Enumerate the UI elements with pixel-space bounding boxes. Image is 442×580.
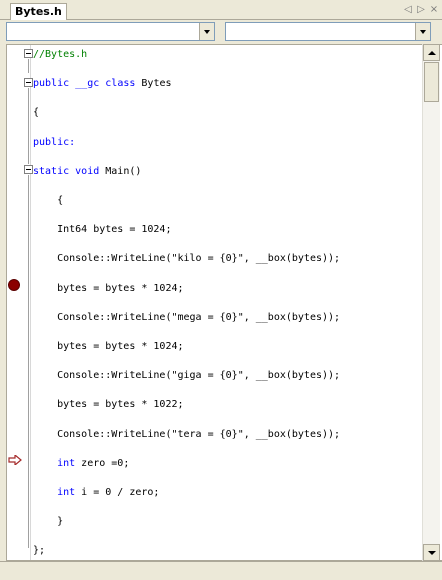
code-line[interactable]: } bbox=[33, 515, 63, 529]
code-text-area[interactable]: //Bytes.h public __gc class Bytes { public:… bbox=[31, 45, 423, 560]
vertical-scrollbar[interactable] bbox=[422, 44, 440, 561]
code-line[interactable]: }; bbox=[33, 544, 45, 558]
code-line[interactable]: int i = 0 / zero; bbox=[33, 486, 159, 500]
code-line[interactable]: bytes = bytes * 1024; bbox=[33, 340, 183, 354]
code-line[interactable]: Console::WriteLine("mega = {0}", __box(b… bbox=[33, 311, 340, 325]
outline-line bbox=[28, 88, 29, 164]
code-line[interactable]: bytes = bytes * 1022; bbox=[33, 398, 183, 412]
instruction-pointer-icon bbox=[8, 455, 22, 465]
types-dropdown[interactable] bbox=[6, 22, 215, 41]
code-line[interactable]: { bbox=[33, 106, 39, 120]
code-line[interactable]: Console::WriteLine("tera = {0}", __box(b… bbox=[33, 428, 340, 442]
code-line[interactable]: //Bytes.h bbox=[33, 48, 87, 62]
chevron-down-icon[interactable] bbox=[415, 23, 430, 40]
horizontal-scrollbar[interactable] bbox=[0, 561, 442, 580]
tab-bytes-h[interactable]: Bytes.h bbox=[10, 3, 67, 20]
code-line[interactable]: public __gc class Bytes bbox=[33, 77, 172, 91]
tab-strip: Bytes.h ◁ ▷ × bbox=[0, 0, 442, 20]
code-line[interactable]: Console::WriteLine("giga = {0}", __box(b… bbox=[33, 369, 340, 383]
scroll-up-button[interactable] bbox=[423, 44, 440, 61]
code-line[interactable]: Int64 bytes = 1024; bbox=[33, 223, 171, 237]
members-dropdown[interactable] bbox=[225, 22, 431, 41]
tab-close-icon[interactable]: × bbox=[428, 3, 440, 17]
code-line[interactable]: public: bbox=[33, 136, 75, 150]
tab-next-icon[interactable]: ▷ bbox=[415, 3, 427, 17]
scroll-thumb[interactable] bbox=[424, 62, 439, 102]
breakpoint-icon[interactable] bbox=[8, 279, 20, 291]
tab-prev-icon[interactable]: ◁ bbox=[402, 3, 414, 17]
chevron-down-icon[interactable] bbox=[199, 23, 214, 40]
code-editor[interactable]: //Bytes.h public __gc class Bytes { public:… bbox=[6, 44, 442, 561]
code-line[interactable]: Console::WriteLine("kilo = {0}", __box(b… bbox=[33, 252, 340, 266]
scroll-down-button[interactable] bbox=[423, 544, 440, 561]
code-line[interactable]: int zero =0; bbox=[33, 457, 129, 471]
outline-line bbox=[28, 59, 29, 73]
code-line[interactable]: { bbox=[33, 194, 63, 208]
outline-line bbox=[28, 175, 29, 548]
navigation-bar bbox=[0, 20, 442, 44]
code-line[interactable]: bytes = bytes * 1024; bbox=[33, 282, 183, 296]
code-line[interactable]: static void Main() bbox=[33, 165, 141, 179]
